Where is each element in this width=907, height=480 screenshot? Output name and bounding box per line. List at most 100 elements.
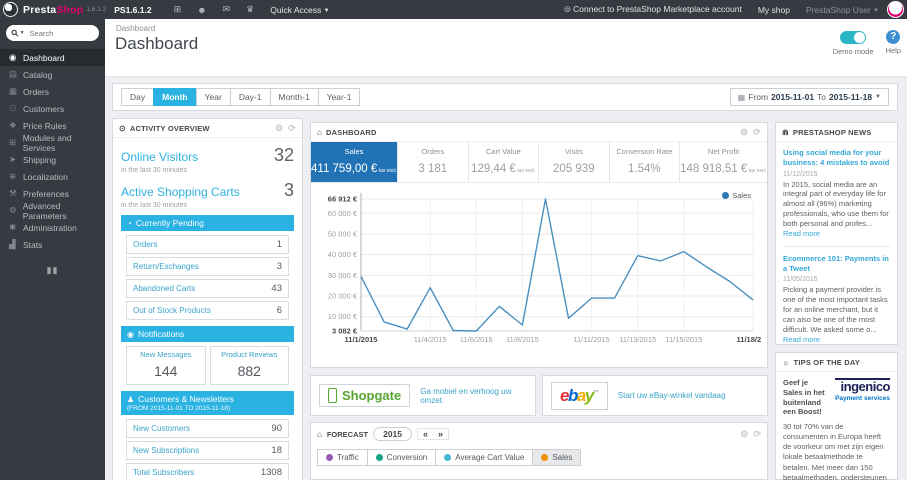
sidebar-item-dashboard[interactable]: ◉ Dashboard xyxy=(0,49,105,66)
notification-label[interactable]: New Messages xyxy=(129,350,203,359)
read-more-link[interactable]: Read more xyxy=(783,229,820,238)
svg-text:40 000 €: 40 000 € xyxy=(328,250,358,259)
gear-icon[interactable]: ⚙ xyxy=(740,127,748,138)
kpi-tile-cart-value[interactable]: Cart Value 129,44 € tax excl. xyxy=(469,142,540,182)
kpi-suffix: tax excl. xyxy=(747,168,767,174)
marketplace-link[interactable]: ⊚ Connect to PrestaShop Marketplace accou… xyxy=(564,4,742,15)
svg-text:11/4/2015: 11/4/2015 xyxy=(414,335,447,344)
shopgate-logo[interactable]: Shopgate xyxy=(319,384,411,407)
pending-row-link[interactable]: Return/Exchanges xyxy=(133,262,199,271)
messages-icon[interactable]: ✉ xyxy=(223,4,231,15)
prestashop-logo-icon xyxy=(3,2,18,17)
customers-row-link[interactable]: New Subscriptions xyxy=(133,446,199,455)
kpi-value: 411 759,00 € tax excl. xyxy=(311,163,398,175)
search-input[interactable] xyxy=(27,27,93,39)
sidebar-item-label: Advanced Parameters xyxy=(22,200,67,221)
marketplace-icon: ⊚ xyxy=(563,4,572,14)
notification-value: 144 xyxy=(154,363,178,379)
quick-access-menu[interactable]: Quick Access ▼ xyxy=(270,5,329,15)
tips-panel-title: TIPS OF THE DAY xyxy=(793,357,861,367)
sidebar-item-orders[interactable]: ▦ Orders xyxy=(0,83,105,100)
forecast-tab-sales[interactable]: Sales xyxy=(532,449,582,466)
svg-text:11/18/201: 11/18/201 xyxy=(737,335,761,344)
range-button-month[interactable]: Month xyxy=(153,88,197,106)
kpi-tile-conversion-rate[interactable]: Conversion Rate 1.54% xyxy=(610,142,681,182)
collapse-sidebar-button[interactable]: ▮▮ xyxy=(0,265,105,276)
brand-name[interactable]: PrestaShop xyxy=(23,4,83,16)
shopgate-ad-link[interactable]: Ga mobiel en verhoog uw omzet xyxy=(420,387,527,405)
sidebar-item-advanced-parameters[interactable]: ⚙ Advanced Parameters xyxy=(0,200,105,221)
sidebar-item-label: Stats xyxy=(23,239,43,250)
kpi-tile-sales[interactable]: Sales 411 759,00 € tax excl. xyxy=(311,142,399,182)
pending-row-link[interactable]: Out of Stock Products xyxy=(133,306,211,315)
kpi-label: Net Profit xyxy=(707,147,740,156)
ingenico-logo[interactable]: ingenico Payment services xyxy=(835,378,890,402)
svg-text:60 000 €: 60 000 € xyxy=(328,209,358,218)
active-carts-label[interactable]: Active Shopping Carts xyxy=(121,185,240,199)
pending-row-link[interactable]: Orders xyxy=(133,240,157,249)
refresh-icon[interactable]: ⟳ xyxy=(753,429,761,440)
help-control: ? Help xyxy=(886,29,901,56)
user-avatar[interactable] xyxy=(887,1,904,18)
trophy-icon[interactable]: ♛ xyxy=(246,4,254,15)
kpi-label: Cart Value xyxy=(485,147,521,156)
sidebar-search[interactable]: ⚲ ▼ xyxy=(6,25,99,41)
range-button-day-1[interactable]: Day-1 xyxy=(229,88,271,106)
sidebar-item-modules-and-services[interactable]: ⊞ Modules and Services xyxy=(0,133,105,153)
sidebar-item-catalog[interactable]: ▤ Catalog xyxy=(0,66,105,83)
news-article: Ecommerce 101: Payments in a Tweet 11/05/… xyxy=(783,254,890,345)
read-more-link[interactable]: Read more xyxy=(783,335,820,344)
ebay-ad-link[interactable]: Start uw eBay-winkel vandaag xyxy=(618,391,726,400)
kpi-tile-visits[interactable]: Visits 205 939 xyxy=(539,142,610,182)
sidebar-item-customers[interactable]: ⚇ Customers xyxy=(0,100,105,117)
sidebar-item-price-rules[interactable]: ❖ Price Rules xyxy=(0,117,105,134)
gear-icon[interactable]: ⚙ xyxy=(740,429,748,440)
date-range-picker[interactable]: ▦ From 2015-11-01 To 2015-11-18 ▼ xyxy=(729,88,889,106)
customers-quick-icon[interactable]: ☻ xyxy=(197,5,206,15)
demo-mode-toggle[interactable] xyxy=(840,31,867,44)
my-shop-link[interactable]: My shop xyxy=(758,5,790,15)
sidebar-item-localization[interactable]: ⊕ Localization xyxy=(0,168,105,185)
help-icon[interactable]: ? xyxy=(886,30,901,44)
news-article-title[interactable]: Using social media for your business: 4 … xyxy=(783,148,890,168)
notification-cell: New Messages 144 xyxy=(126,346,206,385)
bell-icon: ◉ xyxy=(127,330,134,339)
gear-icon[interactable]: ⚙ xyxy=(275,123,283,134)
kpi-tile-orders[interactable]: Orders 3 181 xyxy=(398,142,469,182)
online-visitors-label[interactable]: Online Visitors xyxy=(121,150,198,164)
forecast-tab-traffic[interactable]: Traffic xyxy=(317,449,368,466)
cart-icon[interactable]: ⊞ xyxy=(174,4,182,15)
ebay-logo[interactable]: ebay™ xyxy=(551,381,608,410)
customers-row-link[interactable]: Total Subscribers xyxy=(133,468,194,477)
kpi-tile-net-profit[interactable]: Net Profit 148 918,51 € tax excl. xyxy=(680,142,767,182)
users-icon: ⚇ xyxy=(9,103,17,113)
next-year-button[interactable]: » xyxy=(433,429,448,439)
pending-row-link[interactable]: Abandoned Carts xyxy=(133,284,195,293)
previous-year-button[interactable]: « xyxy=(418,429,433,439)
sidebar-item-stats[interactable]: ▟ Stats xyxy=(0,236,105,253)
customers-row-link[interactable]: New Customers xyxy=(133,424,190,433)
kpi-value: 148 918,51 € tax excl. xyxy=(680,163,767,175)
refresh-icon[interactable]: ⟳ xyxy=(753,127,761,138)
range-button-day[interactable]: Day xyxy=(121,88,155,106)
news-article-title[interactable]: Ecommerce 101: Payments in a Tweet xyxy=(783,254,890,274)
range-button-year-1[interactable]: Year-1 xyxy=(317,88,361,106)
sidebar-item-shipping[interactable]: ➤ Shipping xyxy=(0,151,105,168)
range-button-year[interactable]: Year xyxy=(195,88,231,106)
user-menu[interactable]: PrestaShop User ▼ xyxy=(806,5,879,15)
sidebar-item-preferences[interactable]: ⚒ Preferences xyxy=(0,185,105,202)
svg-text:11/1/2015: 11/1/2015 xyxy=(345,335,378,344)
active-carts-sub: in the last 30 minutes xyxy=(121,202,188,209)
forecast-year[interactable]: 2015 xyxy=(373,427,413,441)
news-article-excerpt: Picking a payment provider is one of the… xyxy=(783,285,888,344)
kpi-value: 3 181 xyxy=(418,163,448,175)
range-button-month-1[interactable]: Month-1 xyxy=(269,88,319,106)
refresh-icon[interactable]: ⟳ xyxy=(288,123,296,134)
shop-name-link[interactable]: PS1.6.1.2 xyxy=(114,5,151,15)
sidebar-item-administration[interactable]: ✱ Administration xyxy=(0,219,105,236)
forecast-tab-average-cart-value[interactable]: Average Cart Value xyxy=(435,449,534,466)
forecast-tab-conversion[interactable]: Conversion xyxy=(366,449,437,466)
notification-label[interactable]: Product Reviews xyxy=(213,350,287,359)
breadcrumb[interactable]: Dashboard xyxy=(116,24,155,33)
truck-icon: ➤ xyxy=(9,154,17,164)
